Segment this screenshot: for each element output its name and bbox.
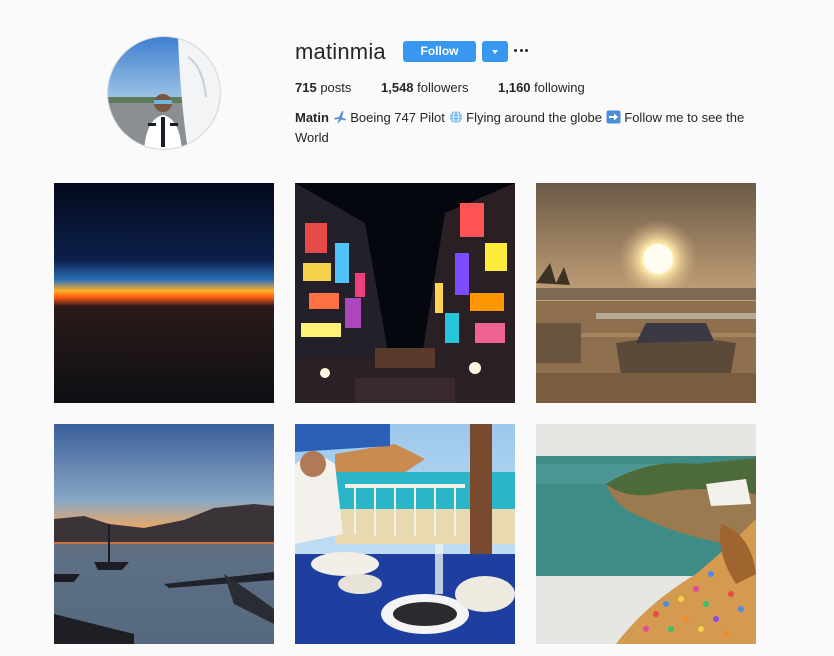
post-thumbnail[interactable] bbox=[295, 183, 515, 403]
post-thumbnail[interactable] bbox=[536, 424, 756, 644]
post-thumbnail[interactable] bbox=[54, 424, 274, 644]
more-options-button[interactable] bbox=[514, 44, 528, 56]
river-boats-dusk-photo bbox=[54, 424, 274, 644]
more-dot-icon bbox=[525, 48, 528, 52]
bio-part-1: Boeing 747 Pilot bbox=[350, 110, 445, 125]
followers-link[interactable]: 1,548 followers bbox=[381, 80, 468, 95]
seaside-dinner-photo bbox=[295, 424, 515, 644]
following-link[interactable]: 1,160 following bbox=[498, 80, 585, 95]
bio-name: Matin bbox=[295, 110, 329, 125]
profile-avatar[interactable] bbox=[107, 36, 221, 150]
profile-username: matinmia bbox=[295, 39, 386, 64]
post-thumbnail[interactable] bbox=[54, 183, 274, 403]
following-count-value: 1,160 bbox=[498, 80, 531, 95]
chevron-down-icon bbox=[492, 49, 498, 54]
right-arrow-emoji-icon bbox=[606, 110, 621, 129]
airplane-emoji-icon bbox=[333, 110, 347, 129]
globe-emoji-icon bbox=[449, 110, 463, 129]
following-count-label: following bbox=[534, 80, 585, 95]
sunset-horizon-photo bbox=[54, 183, 274, 403]
city-night-street-photo bbox=[295, 183, 515, 403]
more-dot-icon bbox=[514, 48, 517, 52]
bio-part-2: Flying around the globe bbox=[466, 110, 603, 125]
more-dot-icon bbox=[519, 48, 523, 52]
post-thumbnail[interactable] bbox=[536, 183, 756, 403]
avatar-photo bbox=[108, 37, 220, 149]
beach-cliffs-photo bbox=[536, 424, 756, 644]
follow-button[interactable]: Follow bbox=[403, 41, 476, 62]
followers-count-value: 1,548 bbox=[381, 80, 414, 95]
posts-count-label: posts bbox=[320, 80, 352, 95]
harbor-sunset-photo bbox=[536, 183, 756, 403]
suggestions-dropdown-button[interactable] bbox=[482, 41, 508, 62]
post-thumbnail[interactable] bbox=[295, 424, 515, 644]
posts-count: 715 posts bbox=[295, 80, 351, 95]
profile-bio: Matin Boeing 747 Pilot Flying around the… bbox=[295, 109, 755, 147]
followers-count-label: followers bbox=[417, 80, 469, 95]
posts-count-value: 715 bbox=[295, 80, 317, 95]
